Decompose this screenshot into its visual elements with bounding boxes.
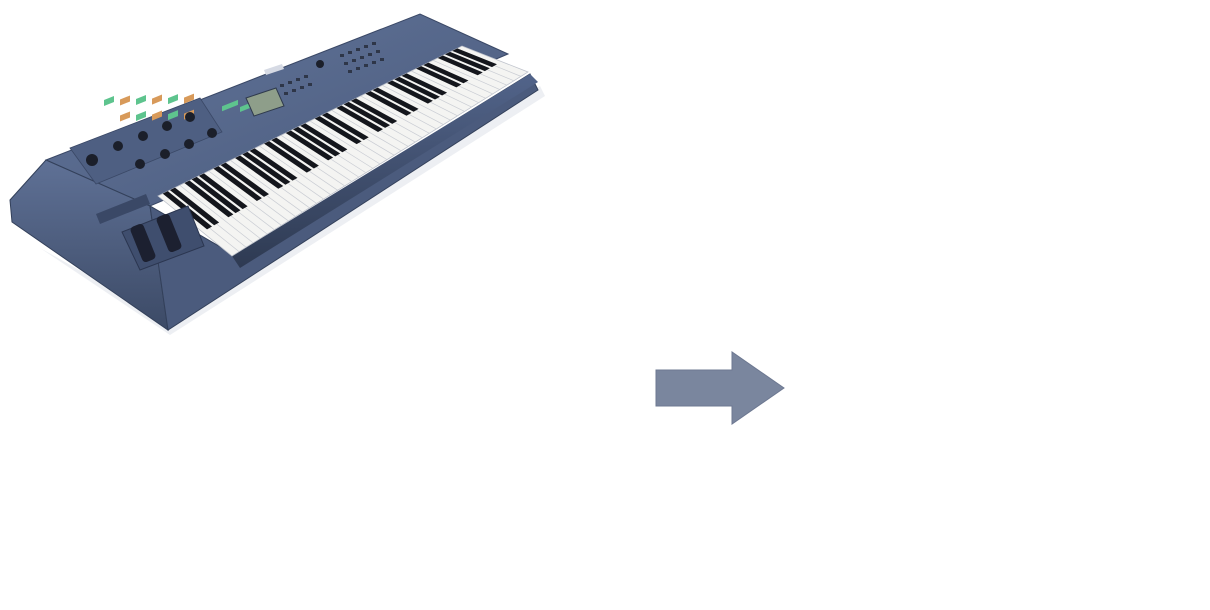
slide-canvas xyxy=(0,0,1210,610)
arrow-shape xyxy=(655,351,785,425)
right-arrow-icon xyxy=(655,351,785,425)
synthesizer-image xyxy=(9,13,545,335)
